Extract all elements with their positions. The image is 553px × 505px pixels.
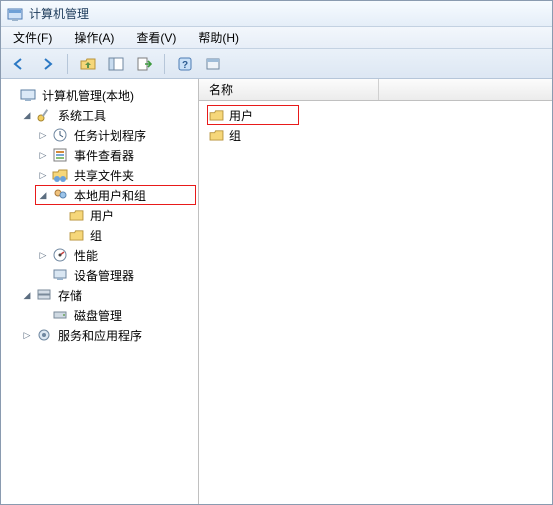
toolbar: ?	[1, 49, 552, 79]
content-area: 计算机管理(本地) ◢ 系统工具	[1, 79, 552, 504]
tree-pane: 计算机管理(本地) ◢ 系统工具	[1, 79, 199, 504]
tree-performance[interactable]: ▷ 性能	[35, 245, 196, 265]
disk-icon	[52, 307, 68, 323]
tree-users-label: 用户	[87, 206, 117, 225]
titlebar: 计算机管理	[1, 1, 552, 27]
tree-groups[interactable]: 组	[51, 225, 196, 245]
collapse-icon[interactable]: ◢	[21, 109, 33, 121]
menu-action[interactable]: 操作(A)	[68, 27, 120, 48]
list-item-groups-label: 组	[229, 127, 241, 144]
expand-icon[interactable]: ▷	[37, 149, 49, 161]
menu-file[interactable]: 文件(F)	[7, 27, 58, 48]
services-icon	[36, 327, 52, 343]
tree-local-users-groups-label: 本地用户和组	[71, 186, 149, 205]
window-title: 计算机管理	[29, 5, 89, 22]
tree-shared-folders[interactable]: ▷ 共享文件夹	[35, 165, 196, 185]
expand-icon[interactable]: ▷	[37, 169, 49, 181]
expand-icon[interactable]: ▷	[37, 249, 49, 261]
tree-root-label: 计算机管理(本地)	[39, 86, 137, 105]
tree-disk-management-label: 磁盘管理	[71, 306, 125, 325]
show-hide-tree-button[interactable]	[104, 52, 128, 76]
toolbar-separator	[67, 54, 68, 74]
tree-performance-label: 性能	[71, 246, 101, 265]
export-list-button[interactable]	[132, 52, 156, 76]
tree-event-viewer-label: 事件查看器	[71, 146, 137, 165]
list-item-groups[interactable]: 组	[207, 125, 544, 145]
tree-services-apps[interactable]: ▷ 服务和应用程序	[19, 325, 196, 345]
collapse-icon[interactable]: ◢	[21, 289, 33, 301]
menubar: 文件(F) 操作(A) 查看(V) 帮助(H)	[1, 27, 552, 49]
menu-help[interactable]: 帮助(H)	[192, 27, 245, 48]
window-root: 计算机管理 文件(F) 操作(A) 查看(V) 帮助(H) ?	[0, 0, 553, 505]
expand-icon[interactable]: ▷	[37, 129, 49, 141]
tree-storage[interactable]: ◢ 存储	[19, 285, 196, 305]
performance-icon	[52, 247, 68, 263]
tree-event-viewer[interactable]: ▷ 事件查看器	[35, 145, 196, 165]
list-pane: 名称 用户 组	[199, 79, 552, 504]
svg-text:?: ?	[182, 60, 188, 71]
nav-forward-button[interactable]	[35, 52, 59, 76]
tree-groups-label: 组	[87, 226, 105, 245]
event-icon	[52, 147, 68, 163]
tree-task-scheduler-label: 任务计划程序	[71, 126, 149, 145]
tree-task-scheduler[interactable]: ▷ 任务计划程序	[35, 125, 196, 145]
tree-root[interactable]: 计算机管理(本地)	[3, 85, 196, 105]
tree-device-manager-label: 设备管理器	[71, 266, 137, 285]
tree-local-users-groups[interactable]: ◢ 本地用户和组	[35, 185, 196, 205]
folder-icon	[209, 129, 224, 141]
list-body: 用户 组	[199, 101, 552, 504]
device-icon	[52, 267, 68, 283]
up-folder-button[interactable]	[76, 52, 100, 76]
list-item-users-label: 用户	[229, 107, 253, 124]
nav-back-button[interactable]	[7, 52, 31, 76]
column-name[interactable]: 名称	[199, 79, 379, 100]
toolbar-separator	[164, 54, 165, 74]
expand-icon[interactable]: ▷	[21, 329, 33, 341]
list-header: 名称	[199, 79, 552, 101]
tools-icon	[36, 107, 52, 123]
computer-icon	[20, 87, 36, 103]
clock-icon	[52, 127, 68, 143]
tree-shared-folders-label: 共享文件夹	[71, 166, 137, 185]
menu-view[interactable]: 查看(V)	[130, 27, 182, 48]
tree-users[interactable]: 用户	[51, 205, 196, 225]
collapse-icon[interactable]: ◢	[37, 189, 49, 201]
folder-icon	[68, 227, 84, 243]
tree-system-tools[interactable]: ◢ 系统工具	[19, 105, 196, 125]
help-button[interactable]: ?	[173, 52, 197, 76]
storage-icon	[36, 287, 52, 303]
column-name-label: 名称	[209, 81, 233, 98]
tree-disk-management[interactable]: 磁盘管理	[35, 305, 196, 325]
properties-button[interactable]	[201, 52, 225, 76]
folder-icon	[209, 109, 224, 121]
tree-services-apps-label: 服务和应用程序	[55, 326, 145, 345]
app-icon	[7, 6, 23, 22]
tree-storage-label: 存储	[55, 286, 85, 305]
tree-system-tools-label: 系统工具	[55, 106, 109, 125]
shared-folder-icon	[52, 167, 68, 183]
users-groups-icon	[52, 187, 68, 203]
folder-icon	[68, 207, 84, 223]
tree-device-manager[interactable]: 设备管理器	[35, 265, 196, 285]
list-item-users[interactable]: 用户	[207, 105, 299, 125]
